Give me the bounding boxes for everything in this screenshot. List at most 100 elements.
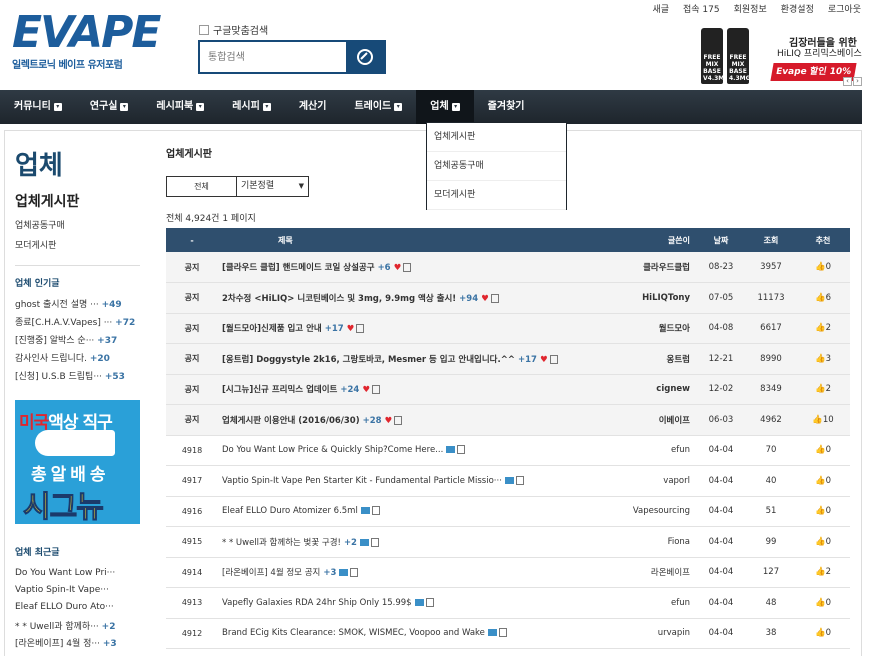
google-search-checkbox[interactable]: 구글맞춤검색 — [199, 22, 268, 37]
link-new-posts[interactable]: 새글 — [652, 2, 669, 15]
row-title-cell[interactable]: 업체게시판 이용안내 (2016/06/30) +28 ♥ — [218, 405, 618, 436]
popular-item[interactable]: ghost 출시전 설명 ··· +49 — [15, 297, 145, 315]
comment-count: +17 — [517, 354, 537, 365]
row-author[interactable]: cignew — [618, 374, 696, 405]
row-recommend: 👍2 — [796, 557, 850, 588]
thumbs-up-icon: 👍 — [814, 536, 826, 547]
row-author[interactable]: efun — [618, 435, 696, 466]
search-input[interactable] — [200, 42, 346, 72]
row-author[interactable]: HiLIQTony — [618, 283, 696, 314]
menu-item-moder-board[interactable]: 모더게시판 — [427, 181, 566, 210]
table-row[interactable]: 4916 Eleaf ELLO Duro Atomizer 6.5ml Vapeso… — [166, 496, 850, 527]
table-row[interactable]: 공지 [옹트럼] Doggystyle 2k16, 그랑토바코, Mesmer 등… — [166, 343, 850, 375]
thumbs-up-icon: 👍 — [814, 262, 826, 272]
table-row[interactable]: 4917 Vaptio Spin-It Vape Pen Starter Kit … — [166, 466, 850, 497]
row-title-link[interactable]: [라온베이프] 4월 정모 공지 — [222, 568, 320, 578]
nav-vendor[interactable]: 업체 ▾ — [416, 90, 474, 124]
row-title-cell[interactable]: Vapefly Galaxies RDA 24hr Ship Only 15.9… — [218, 588, 618, 619]
row-author[interactable]: 이베이프 — [618, 405, 696, 436]
sort-select[interactable]: 기본정렬 — [237, 176, 309, 197]
row-title-link[interactable]: 업체게시판 이용안내 (2016/06/30) — [222, 416, 360, 426]
table-row[interactable]: 4913 Vapefly Galaxies RDA 24hr Ship Only … — [166, 588, 850, 619]
row-title-link[interactable]: [월드모아]신제품 입고 안내 — [222, 324, 322, 334]
checkbox-icon[interactable] — [199, 24, 209, 35]
row-title-link[interactable]: Brand ECig Kits Clearance: SMOK, WISMEC,… — [222, 628, 485, 638]
nav-trade[interactable]: 트레이드 ▾ — [340, 90, 416, 124]
row-title-link[interactable]: [시그뉴]신규 프리믹스 업데이트 — [222, 385, 337, 395]
link-online[interactable]: 접속 175 — [683, 2, 720, 15]
row-author[interactable]: vaporl — [618, 466, 696, 497]
table-row[interactable]: 공지 2차수정 <HiLIQ> 니코틴베이스 및 3mg, 9.9mg 액상 출시… — [166, 282, 850, 314]
row-author[interactable]: Vapesourcing — [618, 496, 696, 527]
row-title-cell[interactable]: [시그뉴]신규 프리믹스 업데이트 +24 ♥ — [218, 374, 618, 405]
row-title-link[interactable]: Vapefly Galaxies RDA 24hr Ship Only 15.9… — [222, 598, 412, 608]
row-title-link[interactable]: Vaptio Spin-It Vape Pen Starter Kit - Fu… — [222, 476, 502, 486]
row-title-link[interactable]: * * Uwell과 함께하는 벚꽃 구경! — [222, 538, 341, 548]
nav-label: 즐겨찾기 — [487, 101, 525, 112]
recent-item[interactable]: Eleaf ELLO Duro Ato··· — [15, 602, 145, 619]
link-member-info[interactable]: 회원정보 — [734, 2, 767, 15]
recent-item[interactable]: [라온베이프] 4월 정··· +3 — [15, 636, 145, 653]
table-row[interactable]: 공지 [클라우드 클럽] 핸드메이드 코일 상설공구 +6 ♥ 클라우드클럽 08-23 3… — [166, 252, 850, 283]
popular-item[interactable]: [신청] U.S.B 드립팁··· +53 — [15, 369, 145, 387]
search-button[interactable] — [346, 42, 384, 72]
row-author[interactable]: 월드모아 — [618, 313, 696, 344]
popular-item[interactable]: [진행중] 알박스 순··· +37 — [15, 333, 145, 351]
row-views: 40 — [765, 475, 777, 486]
link-settings[interactable]: 환경설정 — [781, 2, 814, 15]
row-title-cell[interactable]: Vaptio Spin-It Vape Pen Starter Kit - Fu… — [218, 466, 618, 497]
popular-item[interactable]: 종료[C.H.A.V.Vapes] ··· +72 — [15, 315, 145, 333]
sidebar-current[interactable]: 업체게시판 — [15, 191, 145, 211]
row-title-cell[interactable]: Brand ECig Kits Clearance: SMOK, WISMEC,… — [218, 618, 618, 649]
promo-banner[interactable]: FREE MIX BASE V4.3MG FREE MIX BASE 4.3MG… — [697, 28, 862, 88]
nav-recipebook[interactable]: 레시피북 ▾ — [142, 90, 218, 124]
table-row[interactable]: 4912 Brand ECig Kits Clearance: SMOK, WIS… — [166, 618, 850, 649]
link-logout[interactable]: 로그아웃 — [828, 2, 861, 15]
filter-all-button[interactable]: 전체 — [166, 176, 237, 197]
row-author[interactable]: 옹트럼 — [618, 344, 696, 375]
row-views: 4962 — [760, 414, 782, 425]
row-title-cell[interactable]: * * Uwell과 함께하는 벚꽃 구경! +2 — [218, 527, 618, 558]
row-title-cell[interactable]: [옹트럼] Doggystyle 2k16, 그랑토바코, Mesmer 등 입… — [218, 344, 618, 375]
row-title-cell[interactable]: Do You Want Low Price & Quickly Ship?Com… — [218, 435, 618, 466]
popular-item[interactable]: 감사인사 드립니다. +20 — [15, 351, 145, 369]
row-title-link[interactable]: [옹트럼] Doggystyle 2k16, 그랑토바코, Mesmer 등 입… — [222, 355, 515, 365]
menu-item-group-buy[interactable]: 업체공동구매 — [427, 152, 566, 181]
table-row[interactable]: 4918 Do You Want Low Price & Quickly Ship… — [166, 435, 850, 466]
row-author[interactable]: efun — [618, 588, 696, 619]
nav-favorites[interactable]: 즐겨찾기 — [474, 90, 539, 124]
table-row[interactable]: 4914 [라온베이프] 4월 정모 공지 +3 라온베이프 04-04 127 👍2 — [166, 557, 850, 588]
table-row[interactable]: 공지 [시그뉴]신규 프리믹스 업데이트 +24 ♥ cignew 12-02 8349 👍2 — [166, 374, 850, 405]
row-author[interactable]: 클라우드클럽 — [618, 252, 696, 283]
sidebar-item-group-buy[interactable]: 업체공동구매 — [15, 218, 145, 231]
row-title-link[interactable]: 2차수정 <HiLIQ> 니코틴베이스 및 3mg, 9.9mg 액상 출시! — [222, 294, 456, 304]
row-title-link[interactable]: Do You Want Low Price & Quickly Ship?Com… — [222, 445, 443, 455]
next-arrow-icon[interactable]: › — [853, 77, 862, 86]
table-row[interactable]: 4915 * * Uwell과 함께하는 벚꽃 구경! +2 Fiona 04-04 99… — [166, 527, 850, 558]
menu-item-vendor-board[interactable]: 업체게시판 — [427, 123, 566, 152]
row-title-cell[interactable]: [월드모아]신제품 입고 안내 +17 ♥ — [218, 313, 618, 344]
table-row[interactable]: 공지 업체게시판 이용안내 (2016/06/30) +28 ♥ 이베이프 06-03 49… — [166, 404, 850, 436]
nav-recipe[interactable]: 레시피 ▾ — [218, 90, 285, 124]
row-title-link[interactable]: [클라우드 클럽] 핸드메이드 코일 상설공구 — [222, 263, 375, 273]
row-title-cell[interactable]: 2차수정 <HiLIQ> 니코틴베이스 및 3mg, 9.9mg 액상 출시! +… — [218, 283, 618, 314]
sidebar-item-moder-board[interactable]: 모더게시판 — [15, 238, 145, 251]
nav-lab[interactable]: 연구실 ▾ — [76, 90, 143, 124]
nav-community[interactable]: 커뮤니티 ▾ — [0, 90, 76, 124]
row-title-cell[interactable]: [라온베이프] 4월 정모 공지 +3 — [218, 557, 618, 588]
nav-calculator[interactable]: 계산기 — [285, 90, 341, 124]
row-author[interactable]: urvapin — [618, 618, 696, 649]
row-title-link[interactable]: Eleaf ELLO Duro Atomizer 6.5ml — [222, 506, 358, 516]
ad-banner[interactable]: 미국액상 직구 총알배송 시그뉴 — [15, 400, 140, 524]
row-author[interactable]: Fiona — [618, 527, 696, 558]
row-title-cell[interactable]: Eleaf ELLO Duro Atomizer 6.5ml — [218, 496, 618, 527]
site-logo[interactable]: EVAPE 일렉트로닉 베이프 유저포럼 — [12, 8, 161, 80]
table-row[interactable]: 공지 [월드모아]신제품 입고 안내 +17 ♥ 월드모아 04-08 6617 👍2 — [166, 313, 850, 344]
recent-item[interactable]: * * Uwell과 함께하··· +2 — [15, 619, 145, 636]
search-box — [198, 40, 386, 74]
recent-item[interactable]: Do You Want Low Pri··· — [15, 568, 145, 585]
row-author[interactable]: 라온베이프 — [618, 557, 696, 588]
row-title-cell[interactable]: [클라우드 클럽] 핸드메이드 코일 상설공구 +6 ♥ — [218, 252, 618, 283]
recent-item[interactable]: Vaptio Spin-It Vape··· — [15, 585, 145, 602]
prev-arrow-icon[interactable]: ‹ — [843, 77, 852, 86]
